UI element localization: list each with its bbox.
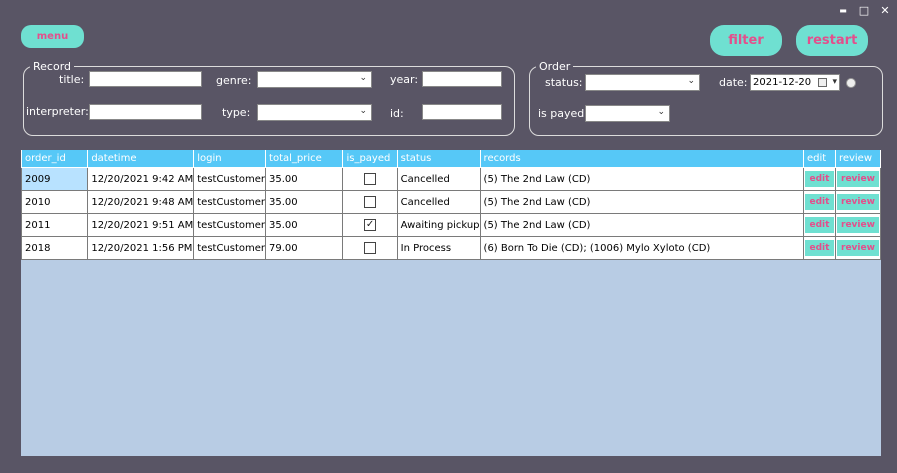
chevron-down-icon: ⌄ [657, 107, 665, 117]
genre-label: genre: [216, 74, 252, 87]
login-cell[interactable]: testCustomer [193, 167, 267, 191]
date-enable-radio[interactable] [846, 78, 856, 88]
review-cell: review [834, 190, 881, 214]
year-label: year: [390, 73, 419, 86]
order-id-cell[interactable]: 2011 [21, 213, 89, 237]
minimize-icon[interactable]: ▬ [836, 4, 850, 18]
orders-grid[interactable]: order_id datetime login total_price is_p… [21, 150, 881, 456]
total-price-cell[interactable]: 79.00 [265, 236, 344, 260]
edit-cell: edit [803, 190, 836, 214]
orders-table: order_id datetime login total_price is_p… [21, 150, 881, 260]
interpreter-input[interactable] [89, 104, 202, 120]
close-icon[interactable]: ✕ [878, 4, 892, 18]
records-cell[interactable]: (5) The 2nd Law (CD) [479, 190, 805, 214]
table-row[interactable]: 2010 12/20/2021 9:48 AM testCustomer 35.… [21, 190, 881, 214]
status-select[interactable]: ⌄ [585, 74, 700, 91]
is-payed-cell[interactable] [342, 236, 398, 260]
table-row[interactable]: 2018 12/20/2021 1:56 PM testCustomer 79.… [21, 236, 881, 260]
review-cell: review [834, 213, 881, 237]
order-filter-group: Order [529, 60, 883, 136]
status-cell[interactable]: Cancelled [396, 167, 481, 191]
date-label: date: [719, 76, 748, 89]
table-row[interactable]: 2011 12/20/2021 9:51 AM testCustomer 35.… [21, 213, 881, 237]
is-payed-cell[interactable] [342, 167, 398, 191]
datetime-cell[interactable]: 12/20/2021 1:56 PM [87, 236, 195, 260]
chevron-down-icon: ▾ [832, 77, 837, 87]
review-button[interactable]: review [836, 217, 879, 233]
is-payed-cell[interactable]: ✓ [342, 213, 398, 237]
review-button[interactable]: review [836, 171, 879, 187]
title-label: title: [59, 73, 85, 86]
date-picker[interactable]: 2021-12-20 ▾ [750, 74, 840, 91]
status-label: status: [545, 76, 583, 89]
review-cell: review [834, 236, 881, 260]
login-cell[interactable]: testCustomer [193, 213, 267, 237]
interpreter-label: interpreter: [26, 105, 89, 118]
status-cell[interactable]: Awaiting pickup [396, 213, 481, 237]
table-row[interactable]: 2009 12/20/2021 9:42 AM testCustomer 35.… [21, 167, 881, 191]
total-price-cell[interactable]: 35.00 [265, 213, 344, 237]
edit-button[interactable]: edit [805, 217, 834, 233]
filter-button[interactable]: filter [710, 25, 782, 56]
type-select[interactable]: ⌄ [257, 104, 372, 121]
order-group-legend: Order [539, 60, 571, 73]
genre-select[interactable]: ⌄ [257, 71, 372, 88]
restart-button[interactable]: restart [796, 25, 868, 56]
records-cell[interactable]: (6) Born To Die (CD); (1006) Mylo Xyloto… [479, 236, 805, 260]
column-header-records[interactable]: records [479, 150, 805, 168]
edit-button[interactable]: edit [805, 194, 834, 210]
is-payed-label: is payed: [538, 107, 588, 120]
login-cell[interactable]: testCustomer [193, 236, 267, 260]
is-payed-checkbox[interactable] [364, 196, 377, 208]
column-header-login[interactable]: login [193, 150, 267, 168]
is-payed-checkbox[interactable]: ✓ [364, 219, 377, 231]
is-payed-checkbox[interactable] [364, 242, 377, 254]
datetime-cell[interactable]: 12/20/2021 9:48 AM [87, 190, 195, 214]
is-payed-checkbox[interactable] [364, 173, 377, 185]
column-header-total-price[interactable]: total_price [265, 150, 344, 168]
column-header-order-id[interactable]: order_id [21, 150, 89, 168]
chevron-down-icon: ⌄ [359, 73, 367, 83]
records-cell[interactable]: (5) The 2nd Law (CD) [479, 213, 805, 237]
order-id-cell[interactable]: 2009 [21, 167, 89, 191]
edit-button[interactable]: edit [805, 171, 834, 187]
order-id-cell[interactable]: 2010 [21, 190, 89, 214]
column-header-status[interactable]: status [396, 150, 481, 168]
review-cell: review [834, 167, 881, 191]
column-header-datetime[interactable]: datetime [87, 150, 195, 168]
review-button[interactable]: review [836, 240, 879, 256]
review-button[interactable]: review [836, 194, 879, 210]
table-header-row: order_id datetime login total_price is_p… [21, 150, 881, 168]
title-input[interactable] [89, 71, 202, 87]
total-price-cell[interactable]: 35.00 [265, 167, 344, 191]
column-header-edit[interactable]: edit [803, 150, 836, 168]
maximize-icon[interactable]: □ [857, 4, 871, 18]
column-header-review[interactable]: review [834, 150, 881, 168]
id-label: id: [390, 107, 404, 120]
is-payed-cell[interactable] [342, 190, 398, 214]
chevron-down-icon: ⌄ [359, 106, 367, 116]
edit-cell: edit [803, 167, 836, 191]
datetime-cell[interactable]: 12/20/2021 9:42 AM [87, 167, 195, 191]
record-group-legend: Record [33, 60, 72, 73]
menu-button[interactable]: menu [21, 25, 84, 48]
calendar-icon [818, 78, 827, 87]
type-label: type: [222, 106, 251, 119]
id-input[interactable] [422, 104, 502, 120]
login-cell[interactable]: testCustomer [193, 190, 267, 214]
date-value: 2021-12-20 [753, 77, 812, 88]
status-cell[interactable]: In Process [396, 236, 481, 260]
column-header-is-payed[interactable]: is_payed [342, 150, 398, 168]
edit-button[interactable]: edit [805, 240, 834, 256]
is-payed-select[interactable]: ⌄ [585, 105, 670, 122]
chevron-down-icon: ⌄ [687, 76, 695, 86]
edit-cell: edit [803, 236, 836, 260]
edit-cell: edit [803, 213, 836, 237]
total-price-cell[interactable]: 35.00 [265, 190, 344, 214]
year-input[interactable] [422, 71, 502, 87]
order-id-cell[interactable]: 2018 [21, 236, 89, 260]
datetime-cell[interactable]: 12/20/2021 9:51 AM [87, 213, 195, 237]
records-cell[interactable]: (5) The 2nd Law (CD) [479, 167, 805, 191]
status-cell[interactable]: Cancelled [396, 190, 481, 214]
